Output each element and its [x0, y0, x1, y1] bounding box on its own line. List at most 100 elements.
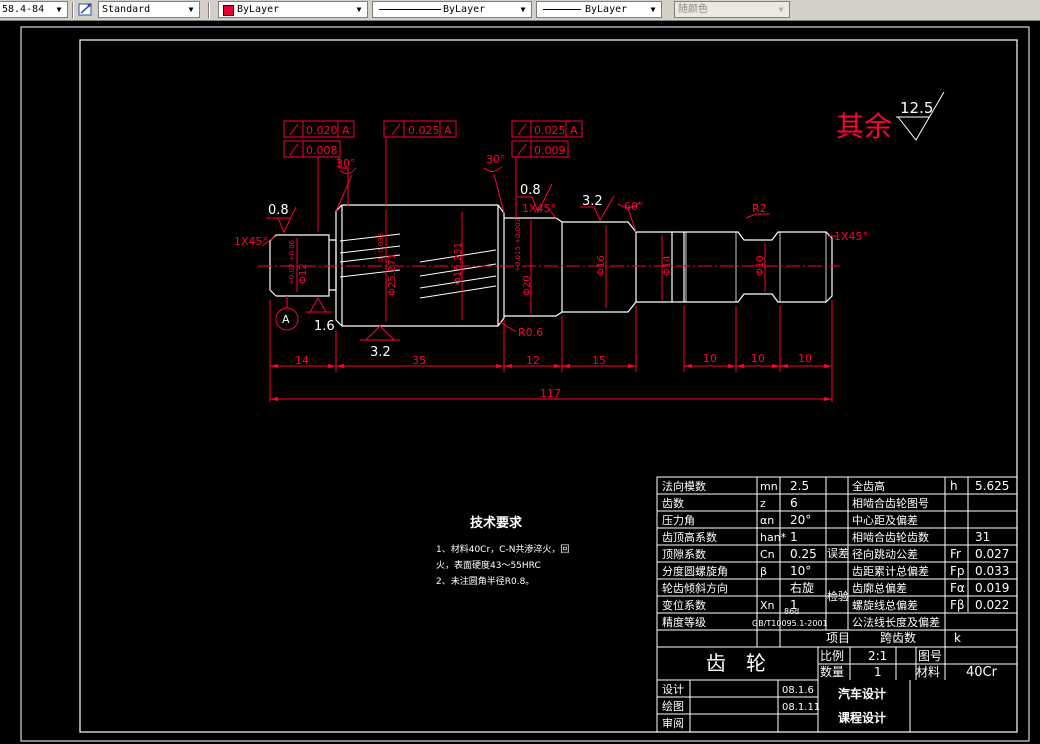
gear-cell-sym2: Fα	[950, 581, 965, 595]
gear-cell-name2: 公法线长度及偏差	[852, 615, 940, 629]
gear-cell-sym2: Fp	[950, 564, 965, 578]
chevron-down-icon[interactable]: ▼	[647, 2, 659, 17]
scale-value: 2:1	[868, 649, 887, 663]
dia-d2-tol: 0 -0.033	[377, 233, 385, 262]
chevron-down-icon[interactable]: ▼	[353, 2, 365, 17]
gear-cell-name: 分度圆螺旋角	[662, 564, 728, 578]
design-label: 设计	[662, 683, 684, 696]
draw-label: 绘图	[662, 699, 684, 713]
tech-line-2: 火，表面硬度43～55HRC	[436, 559, 541, 571]
gear-cell-val: 0.25	[790, 547, 817, 561]
length-l7: 10	[798, 352, 812, 365]
lineweight-value: ByLayer	[585, 4, 628, 15]
dia-d7: Φ10	[755, 255, 766, 276]
plot-style-value: 随颜色	[678, 4, 708, 15]
gear-cell-name: 法向模数	[662, 479, 706, 493]
roughness-r3: 3.2	[582, 194, 603, 209]
part-name: 齿 轮	[706, 651, 766, 675]
chevron-down-icon[interactable]: ▼	[775, 2, 787, 17]
design-date: 08.1.6	[782, 685, 814, 696]
gear-cell-name: 齿顶高系数	[662, 530, 717, 544]
length-l1: 14	[295, 354, 309, 367]
plot-style-combo[interactable]: 随颜色 ▼	[674, 1, 790, 18]
dia-d1-tol: +0.02 +0.06	[288, 239, 296, 285]
scale-label: 比例	[820, 649, 844, 663]
fcf-left-cyl: 0.008	[306, 144, 338, 157]
gear-cell-name2: 螺旋线总偏差	[852, 598, 918, 612]
chevron-down-icon[interactable]: ▼	[53, 2, 65, 17]
dia-d1: Φ12	[298, 263, 309, 284]
dia-d3: Φ15.231	[453, 242, 464, 285]
length-l2: 35	[412, 354, 426, 367]
gear-cell-val2: 0.022	[975, 598, 1009, 612]
draw-date: 08.1.11	[782, 702, 820, 713]
linetype-sample	[379, 9, 441, 10]
lineweight-sample	[543, 9, 581, 10]
qty-label: 数量	[820, 664, 844, 679]
material-label: 材料	[916, 665, 940, 679]
dia-d2: Φ25.271	[387, 253, 398, 296]
gear-cell-name: 顶隙系数	[662, 547, 706, 561]
gear-cell-val: GB/T10095.1-2001	[752, 619, 828, 628]
gear-cell-sym2: Fβ	[950, 598, 965, 612]
length-l5: 10	[703, 352, 717, 365]
fcf-left-datum: A	[342, 124, 350, 137]
course-line-1: 汽车设计	[838, 686, 886, 701]
chamfer-c1: 1X45°	[234, 235, 268, 248]
fcf-mid-runout: 0.025	[408, 124, 440, 137]
scale-value: 58.4-84	[2, 4, 45, 15]
angle-a3: 60°	[624, 200, 644, 213]
roughness-r5: 3.2	[370, 345, 391, 360]
gear-cell-val: 右旋	[790, 580, 814, 595]
gear-cell-val: 1	[790, 530, 798, 544]
review-label: 审阅	[662, 716, 684, 730]
chevron-down-icon[interactable]: ▼	[185, 2, 197, 17]
angle-a1: 30°	[336, 157, 356, 170]
color-combo[interactable]: ByLayer ▼	[218, 1, 368, 18]
gear-cell-name: 精度等级	[662, 615, 706, 629]
roughness-r2: 0.8	[520, 183, 541, 198]
gear-cell-val: 20°	[790, 513, 811, 527]
roughness-r4: 1.6	[314, 319, 335, 334]
drawing-canvas[interactable]: 其余 12.5 0.020 A 0.008 0.025 A 0.025 A 0.…	[0, 20, 1040, 744]
gear-cell-sym: β	[760, 565, 767, 578]
linetype-value: ByLayer	[443, 4, 486, 15]
fcf-left-runout: 0.020	[306, 124, 338, 137]
gear-cell-val2: 0.033	[975, 564, 1009, 578]
roughness-r1: 0.8	[268, 203, 289, 218]
scale-combo[interactable]: 58.4-84 ▼	[0, 1, 68, 18]
tech-title: 技术要求	[470, 515, 523, 531]
length-l4: 15	[592, 354, 606, 367]
gear-cell-val: 6	[790, 496, 798, 510]
length-total: 117	[540, 387, 561, 400]
gear-cell-name: 变位系数	[662, 598, 706, 612]
dia-d5: Φ16	[596, 255, 607, 276]
fcf-right-datum: A	[570, 124, 578, 137]
gear-cell-val: 2.5	[790, 479, 809, 493]
toolbar-separator	[72, 2, 74, 18]
fcf-mid-datum: A	[444, 124, 452, 137]
fcf-right-cyl: 0.009	[534, 144, 566, 157]
dia-d4: Φ20	[522, 275, 533, 296]
gear-cell-name2: 齿廓总偏差	[852, 581, 907, 595]
gear-cell-name: 齿数	[662, 497, 684, 510]
dia-d4-tol: +0.015 +0.002	[514, 218, 522, 272]
fcf-right-runout: 0.025	[534, 124, 566, 137]
drawing-no-label: 图号	[918, 649, 942, 663]
chevron-down-icon[interactable]: ▼	[517, 2, 529, 17]
text-style-combo[interactable]: Standard ▼	[98, 1, 200, 18]
gear-cell-sym: han*	[760, 531, 787, 544]
linetype-combo[interactable]: ByLayer ▼	[372, 1, 532, 18]
span-label: 跨齿数	[880, 630, 916, 645]
gear-cell-val2: 31	[975, 530, 990, 544]
text-style-icon[interactable]	[78, 2, 94, 17]
lineweight-combo[interactable]: ByLayer ▼	[536, 1, 662, 18]
precision-code: 86d	[784, 607, 799, 616]
item-label: 项目	[826, 631, 850, 645]
length-l3: 12	[526, 354, 540, 367]
gear-cell-name2: 相啮合齿轮齿数	[852, 530, 929, 544]
gear-cell-val2: 5.625	[975, 479, 1009, 493]
tech-line-1: 1、材料40Cr，C-N共渗淬火，回	[436, 543, 569, 555]
gear-cell-name2: 全齿高	[852, 479, 885, 493]
toolbar-separator	[208, 2, 210, 18]
